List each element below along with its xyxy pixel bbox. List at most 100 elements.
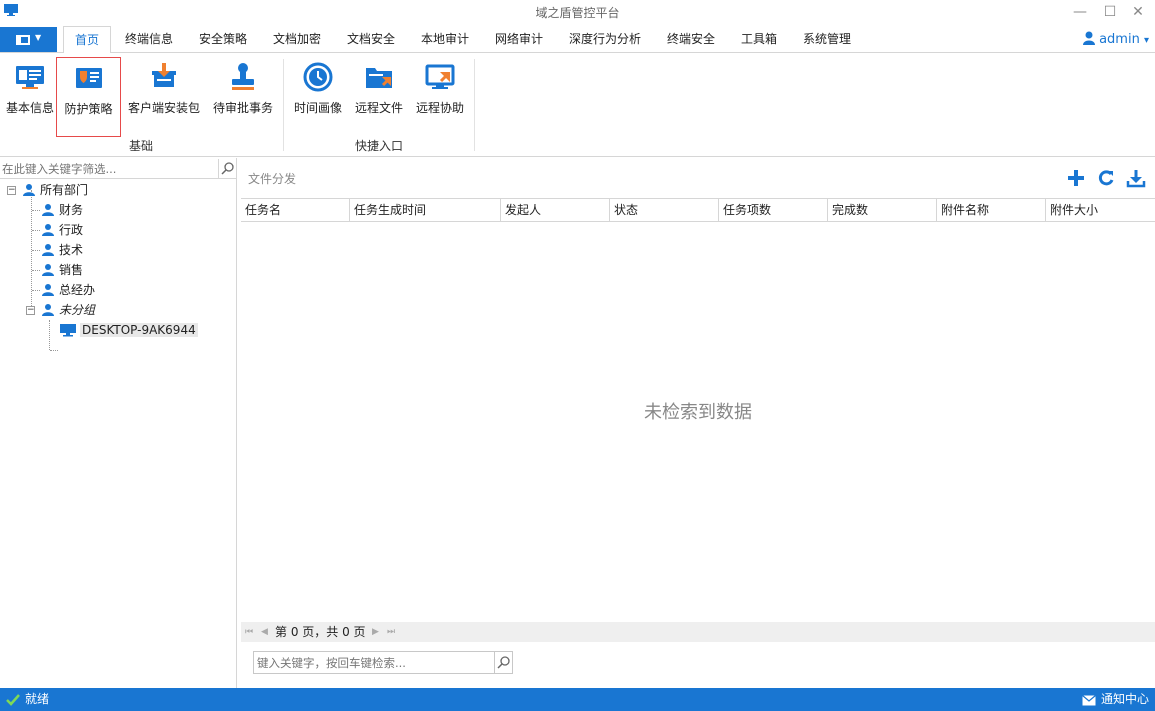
column-header[interactable]: 附件大小 bbox=[1046, 199, 1155, 221]
empty-state-text: 未检索到数据 bbox=[644, 402, 752, 423]
column-header[interactable]: 完成数 bbox=[828, 199, 937, 221]
tree-node-label: DESKTOP-9AK6944 bbox=[80, 323, 198, 337]
tree-node-label: 财务 bbox=[59, 203, 84, 217]
minimize-button[interactable]: — bbox=[1068, 2, 1092, 22]
ribbon-separator bbox=[474, 59, 475, 151]
ribbon-protection-policy-button[interactable]: 防护策略 bbox=[56, 57, 121, 137]
tree-collapse-toggle[interactable]: − bbox=[7, 186, 16, 195]
ribbon-button-label: 远程文件 bbox=[354, 101, 403, 115]
tree-node-ungrouped[interactable]: 未分组 bbox=[41, 300, 95, 320]
prev-page-icon[interactable]: ◀ bbox=[261, 622, 268, 642]
title-bar: 域之盾管控平台 — ☐ ✕ bbox=[0, 0, 1155, 24]
tree-node-computer[interactable]: DESKTOP-9AK6944 bbox=[60, 320, 198, 340]
ribbon-pending-approval-button[interactable]: 待审批事务 bbox=[208, 57, 278, 133]
tree-node-label: 总经办 bbox=[59, 283, 96, 297]
grid-search-button[interactable] bbox=[494, 652, 512, 673]
tree-connector bbox=[32, 290, 40, 291]
tree-node-sales[interactable]: 销售 bbox=[41, 260, 83, 280]
ribbon-button-label: 待审批事务 bbox=[212, 101, 273, 115]
tree-node-label: 未分组 bbox=[59, 303, 96, 317]
ribbon-button-label: 客户端安装包 bbox=[127, 101, 200, 115]
user-menu[interactable]: admin ▾ bbox=[1083, 26, 1149, 53]
notification-center-label: 通知中心 bbox=[1100, 692, 1149, 706]
tree-node-gm-office[interactable]: 总经办 bbox=[41, 280, 95, 300]
column-header[interactable]: 任务名 bbox=[241, 199, 350, 221]
last-page-icon[interactable]: ⏭ bbox=[387, 622, 395, 642]
tab-network-audit[interactable]: 网络审计 bbox=[484, 26, 554, 53]
tab-home[interactable]: 首页 bbox=[63, 26, 111, 54]
ribbon-client-package-button[interactable]: 客户端安装包 bbox=[124, 57, 204, 133]
remote-folder-icon bbox=[366, 68, 392, 88]
tab-local-audit[interactable]: 本地审计 bbox=[410, 26, 480, 53]
group-icon bbox=[42, 244, 54, 256]
tab-doc-encryption[interactable]: 文档加密 bbox=[262, 26, 332, 53]
tree-node-label: 销售 bbox=[59, 263, 84, 277]
next-page-icon[interactable]: ▶ bbox=[372, 622, 379, 642]
check-icon bbox=[6, 694, 20, 706]
ribbon-basic-info-button[interactable]: 基本信息 bbox=[2, 57, 58, 133]
download-icon[interactable] bbox=[1126, 168, 1146, 188]
ribbon-remote-file-button[interactable]: 远程文件 bbox=[350, 57, 408, 133]
file-distribution-panel: 文件分发 任务名 任务生成时间 发起人 状态 任务项数 完成数 附件名称 附件大… bbox=[241, 158, 1155, 688]
install-package-icon bbox=[152, 63, 176, 87]
grid-header: 任务名 任务生成时间 发起人 状态 任务项数 完成数 附件名称 附件大小 bbox=[241, 198, 1155, 222]
group-icon bbox=[42, 264, 54, 276]
refresh-icon[interactable] bbox=[1096, 168, 1116, 188]
monitor-info-icon bbox=[16, 66, 44, 89]
panel-title: 文件分发 bbox=[248, 172, 297, 186]
tab-terminal-info[interactable]: 终端信息 bbox=[114, 26, 184, 53]
tree-node-all-departments[interactable]: 所有部门 bbox=[22, 180, 88, 200]
chevron-down-icon: ▼ bbox=[35, 33, 42, 42]
tree-node-finance[interactable]: 财务 bbox=[41, 200, 83, 220]
status-ready-label: 就绪 bbox=[25, 692, 50, 706]
column-header[interactable]: 任务生成时间 bbox=[350, 199, 501, 221]
column-header[interactable]: 发起人 bbox=[501, 199, 610, 221]
close-button[interactable]: ✕ bbox=[1126, 2, 1150, 22]
tab-security-policy[interactable]: 安全策略 bbox=[188, 26, 258, 53]
ribbon-time-portrait-button[interactable]: 时间画像 bbox=[290, 57, 346, 133]
maximize-button[interactable]: ☐ bbox=[1098, 2, 1122, 22]
tree-collapse-toggle[interactable]: − bbox=[26, 306, 35, 315]
tree-connector bbox=[50, 350, 58, 351]
group-icon bbox=[42, 304, 54, 316]
tab-toolbox[interactable]: 工具箱 bbox=[730, 26, 788, 53]
tree-filter-input[interactable] bbox=[2, 160, 216, 177]
ribbon-button-label: 时间画像 bbox=[293, 101, 342, 115]
ribbon-group-basic-label: 基础 bbox=[128, 139, 153, 153]
pager: ⏮ ◀ 第 0 页，共 0 页 ▶ ⏭ bbox=[241, 622, 1155, 642]
tree-filter-search-button[interactable] bbox=[218, 159, 236, 178]
notification-center-button[interactable]: 通知中心 bbox=[1082, 688, 1149, 711]
app-menu-button[interactable]: ▼ bbox=[0, 27, 57, 52]
mail-icon bbox=[1082, 695, 1096, 706]
column-header[interactable]: 任务项数 bbox=[719, 199, 828, 221]
group-icon bbox=[23, 184, 35, 196]
tree-connector bbox=[32, 230, 40, 231]
tree-connector bbox=[32, 270, 40, 271]
tree-node-tech[interactable]: 技术 bbox=[41, 240, 83, 260]
ribbon-button-label: 基本信息 bbox=[5, 101, 54, 115]
tree-node-label: 所有部门 bbox=[40, 183, 89, 197]
ribbon-remote-assist-button[interactable]: 远程协助 bbox=[412, 57, 468, 133]
status-bar: 就绪 通知中心 bbox=[0, 688, 1155, 711]
column-header[interactable]: 状态 bbox=[610, 199, 719, 221]
tree-node-label: 技术 bbox=[59, 243, 84, 257]
add-icon[interactable] bbox=[1066, 168, 1086, 188]
menu-bar: ▼ 首页 终端信息 安全策略 文档加密 文档安全 本地审计 网络审计 深度行为分… bbox=[0, 26, 1155, 54]
approval-stamp-icon bbox=[232, 63, 254, 90]
tree-connector bbox=[49, 320, 50, 350]
clock-icon bbox=[303, 62, 333, 92]
tab-terminal-security[interactable]: 终端安全 bbox=[656, 26, 726, 53]
first-page-icon[interactable]: ⏮ bbox=[245, 622, 253, 642]
remote-assist-icon bbox=[425, 64, 455, 89]
menu-icon bbox=[16, 35, 30, 45]
column-header[interactable]: 附件名称 bbox=[937, 199, 1046, 221]
tree-node-admin[interactable]: 行政 bbox=[41, 220, 83, 240]
grid-search-input[interactable] bbox=[257, 654, 489, 671]
tab-doc-security[interactable]: 文档安全 bbox=[336, 26, 406, 53]
status-ready: 就绪 bbox=[6, 688, 49, 711]
page-info: 第 0 页，共 0 页 bbox=[275, 625, 366, 639]
group-icon bbox=[42, 204, 54, 216]
grid-search-box bbox=[253, 651, 513, 674]
tab-system-management[interactable]: 系统管理 bbox=[792, 26, 862, 53]
tab-behavior-analysis[interactable]: 深度行为分析 bbox=[560, 26, 650, 53]
